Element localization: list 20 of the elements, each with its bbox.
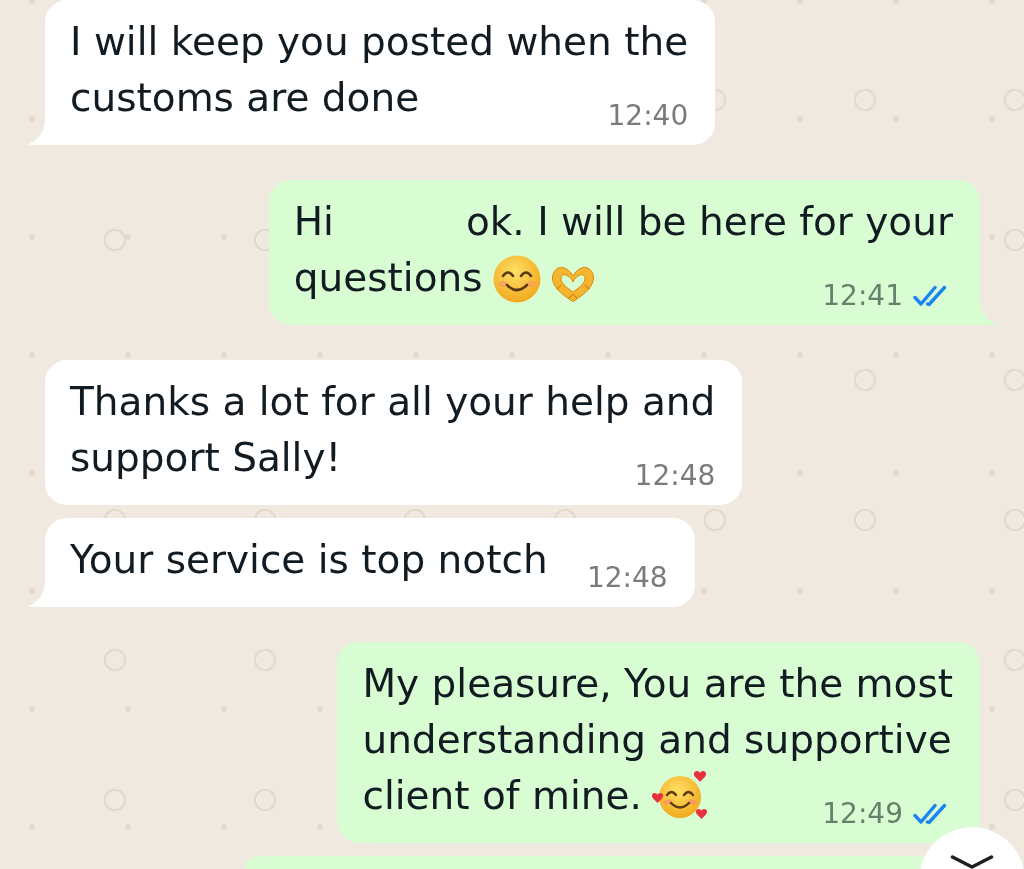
message-text: support Sally! (70, 435, 342, 480)
message-text: understanding and supportive (362, 717, 952, 762)
message-time: 12:48 (586, 561, 668, 595)
message-text: questions (293, 255, 483, 300)
message-text: Hi (293, 199, 334, 244)
message-time: 12:48 (634, 459, 716, 493)
message-text: customs are done (70, 75, 420, 120)
message-text: ok. I will be here for your (465, 199, 953, 244)
message-time: 12:49 (822, 797, 903, 831)
message-text: Thanks a lot for all your help and (70, 379, 716, 424)
message-text: client of mine. (362, 773, 642, 818)
message-text: My pleasure, You are the most (362, 661, 953, 706)
message-time: 12:40 (607, 99, 689, 133)
message-text: Your service is top notch (70, 537, 548, 582)
message-text: I will keep you posted when the (70, 19, 689, 64)
smiling-face-with-hearts-icon (651, 769, 708, 821)
chevron-down-icon (950, 855, 994, 869)
heart-icon (550, 265, 595, 303)
smiling-face-icon (492, 255, 541, 303)
message-time: 12:41 (822, 279, 903, 313)
